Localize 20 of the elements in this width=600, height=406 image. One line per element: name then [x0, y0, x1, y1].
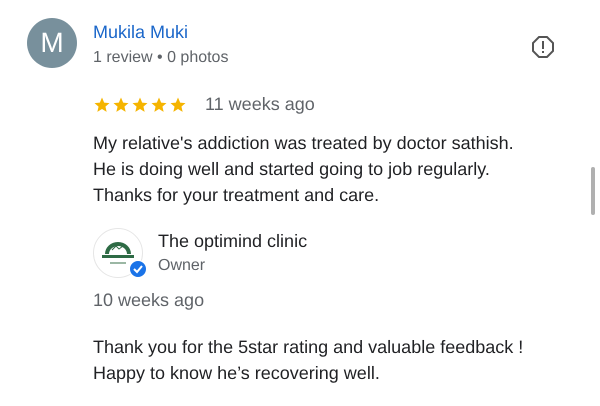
review-time: 11 weeks ago [205, 93, 315, 116]
star-icon [150, 96, 168, 114]
star-icon [169, 96, 187, 114]
text-line: Happy to know he’s recovering well. [93, 362, 381, 385]
author-name[interactable]: Mukila Muki [93, 21, 531, 43]
reviewer-stats: 1 review • 0 photos [93, 48, 230, 68]
avatar: M [27, 18, 77, 68]
text-line: Thank you for the 5star rating and valuable feedback ! [93, 336, 524, 359]
report-icon[interactable] [531, 35, 555, 59]
star-icon [112, 96, 130, 114]
star-icon [93, 96, 111, 114]
text-line: My relative's addiction was treated by doctor sathish. [93, 132, 515, 155]
scrollbar[interactable] [591, 167, 595, 215]
reply-time: 10 weeks ago [93, 289, 206, 312]
star-icon [131, 96, 149, 114]
owner-role: Owner [158, 256, 206, 276]
text-line: Thanks for your treatment and care. [93, 184, 380, 207]
clinic-logo [93, 228, 143, 278]
owner-name: The optimind clinic [158, 230, 308, 252]
text-line: He is doing well and started going to job regularly. [93, 158, 491, 181]
